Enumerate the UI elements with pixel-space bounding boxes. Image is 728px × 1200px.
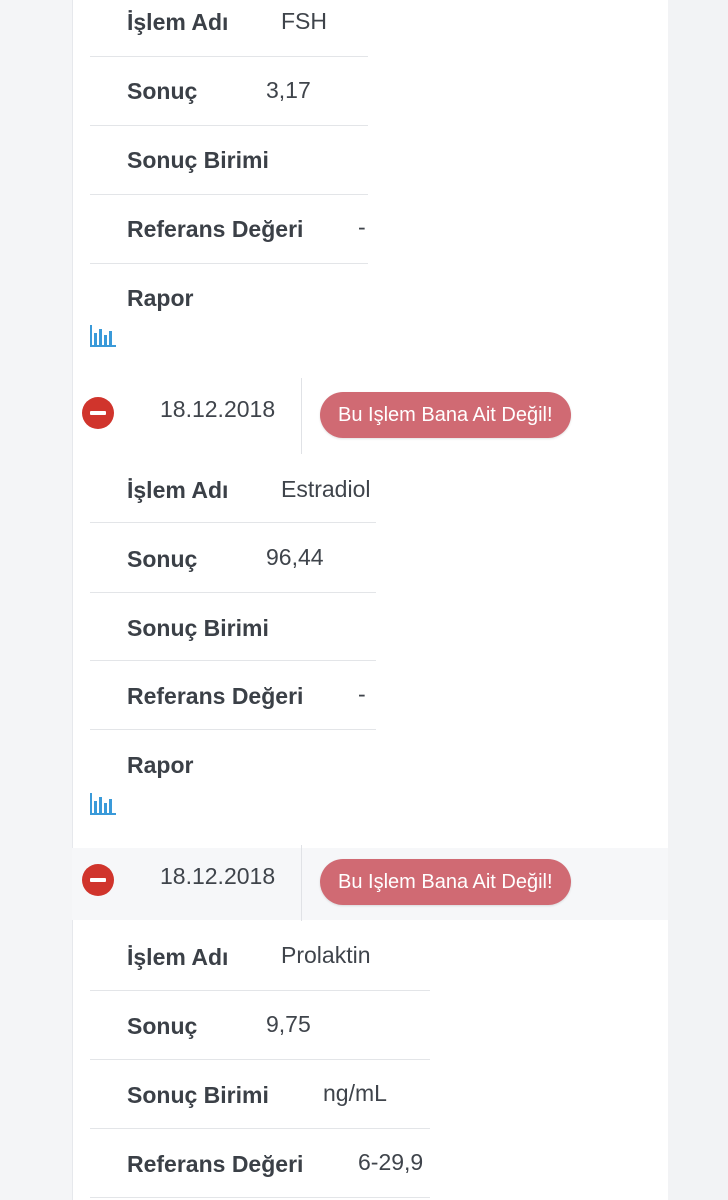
header-separator xyxy=(301,845,302,921)
islem-adi-label: İşlem Adı xyxy=(127,9,229,35)
sonuc-birimi-label: Sonuç Birimi xyxy=(127,147,269,173)
referans-degeri-label: Referans Değeri xyxy=(127,1151,304,1177)
sonuc-label: Sonuç xyxy=(127,1013,198,1039)
record-date: 18.12.2018 xyxy=(160,396,276,422)
sonuc-label: Sonuç xyxy=(127,546,198,572)
record-date: 18.12.2018 xyxy=(160,863,276,889)
sonuc-label: Sonuç xyxy=(127,78,198,104)
row-divider xyxy=(90,729,376,730)
referans-degeri-value: - xyxy=(358,681,366,707)
minus-circle-icon[interactable] xyxy=(82,397,114,429)
row-divider xyxy=(90,990,430,991)
page-background-right xyxy=(668,0,728,1200)
sonuc-value: 3,17 xyxy=(266,77,311,103)
bar-chart-icon[interactable] xyxy=(90,325,116,347)
islem-adi-value: Estradiol xyxy=(281,476,371,502)
rapor-label: Rapor xyxy=(127,752,194,778)
islem-adi-value: Prolaktin xyxy=(281,942,371,968)
row-divider xyxy=(90,56,368,57)
row-divider xyxy=(90,1128,430,1129)
row-divider xyxy=(90,1059,430,1060)
row-divider xyxy=(90,1197,430,1198)
row-divider xyxy=(90,194,368,195)
referans-degeri-value: 6-29,9 xyxy=(358,1149,424,1175)
referans-degeri-label: Referans Değeri xyxy=(127,683,304,709)
minus-circle-icon[interactable] xyxy=(82,864,114,896)
referans-degeri-label: Referans Değeri xyxy=(127,216,304,242)
islem-adi-value: FSH xyxy=(281,8,327,34)
islem-adi-label: İşlem Adı xyxy=(127,477,229,503)
rapor-label: Rapor xyxy=(127,285,194,311)
sonuc-value: 9,75 xyxy=(266,1011,311,1037)
row-divider xyxy=(90,522,376,523)
sonuc-value: 96,44 xyxy=(266,544,324,570)
header-separator xyxy=(301,378,302,454)
not-mine-button[interactable]: Bu Işlem Bana Ait Değil! xyxy=(320,392,571,438)
row-divider xyxy=(90,125,368,126)
islem-adi-label: İşlem Adı xyxy=(127,944,229,970)
sonuc-birimi-label: Sonuç Birimi xyxy=(127,1082,269,1108)
bar-chart-icon[interactable] xyxy=(90,793,116,815)
referans-degeri-value: - xyxy=(358,214,366,240)
sonuc-birimi-label: Sonuç Birimi xyxy=(127,615,269,641)
row-divider xyxy=(90,263,368,264)
page-background-left xyxy=(0,0,72,1200)
row-divider xyxy=(90,660,376,661)
row-divider xyxy=(90,592,376,593)
not-mine-button[interactable]: Bu Işlem Bana Ait Değil! xyxy=(320,859,571,905)
sonuc-birimi-value: ng/mL xyxy=(323,1080,387,1106)
